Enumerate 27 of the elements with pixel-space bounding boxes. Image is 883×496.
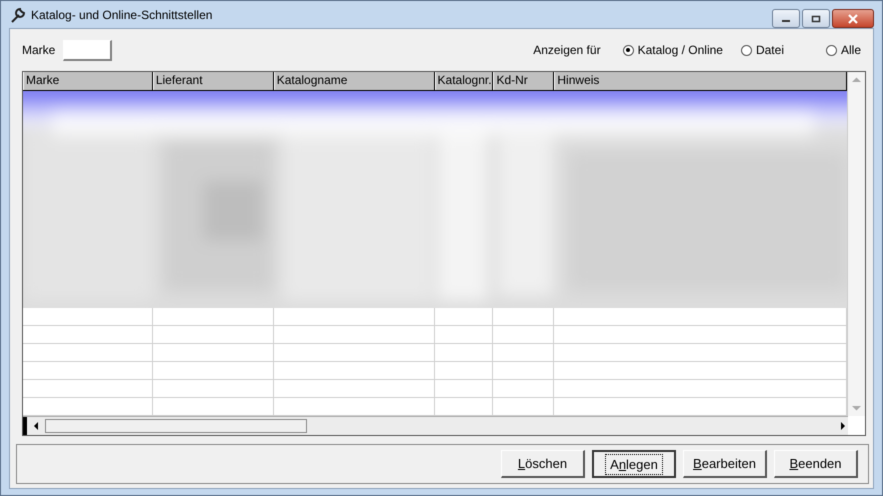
horizontal-scrollbar[interactable] bbox=[23, 416, 848, 435]
brand-label: Marke bbox=[22, 43, 56, 57]
radio-option[interactable]: Datei bbox=[740, 43, 784, 57]
column-header[interactable]: Marke bbox=[23, 72, 153, 90]
vertical-scrollbar[interactable] bbox=[847, 72, 865, 416]
action-button[interactable]: Beenden bbox=[774, 450, 858, 478]
radio-option[interactable]: Katalog / Online bbox=[622, 43, 723, 57]
close-icon bbox=[847, 14, 859, 24]
column-header[interactable]: Katalogname bbox=[274, 72, 435, 90]
wrench-icon bbox=[9, 6, 27, 24]
up-arrow-icon bbox=[852, 77, 861, 83]
radio-option[interactable]: Alle bbox=[826, 43, 861, 57]
action-button[interactable]: Anlegen bbox=[592, 450, 676, 478]
brand-field[interactable] bbox=[63, 40, 112, 60]
action-button[interactable]: Bearbeiten bbox=[683, 450, 767, 478]
window-title: Katalog- und Online-Schnittstellen bbox=[31, 8, 212, 22]
close-button[interactable] bbox=[832, 9, 874, 28]
maximize-button[interactable] bbox=[802, 9, 830, 28]
action-button[interactable]: Löschen bbox=[501, 450, 585, 478]
display-label: Anzeigen für bbox=[533, 43, 601, 57]
column-header[interactable]: Katalognr. bbox=[434, 72, 494, 90]
column-header[interactable]: Lieferant bbox=[152, 72, 274, 90]
column-header[interactable]: Kd-Nr bbox=[493, 72, 554, 90]
right-arrow-icon bbox=[838, 419, 848, 433]
down-arrow-icon bbox=[852, 405, 861, 411]
maximize-icon bbox=[811, 14, 821, 22]
minimize-button[interactable] bbox=[772, 9, 800, 28]
